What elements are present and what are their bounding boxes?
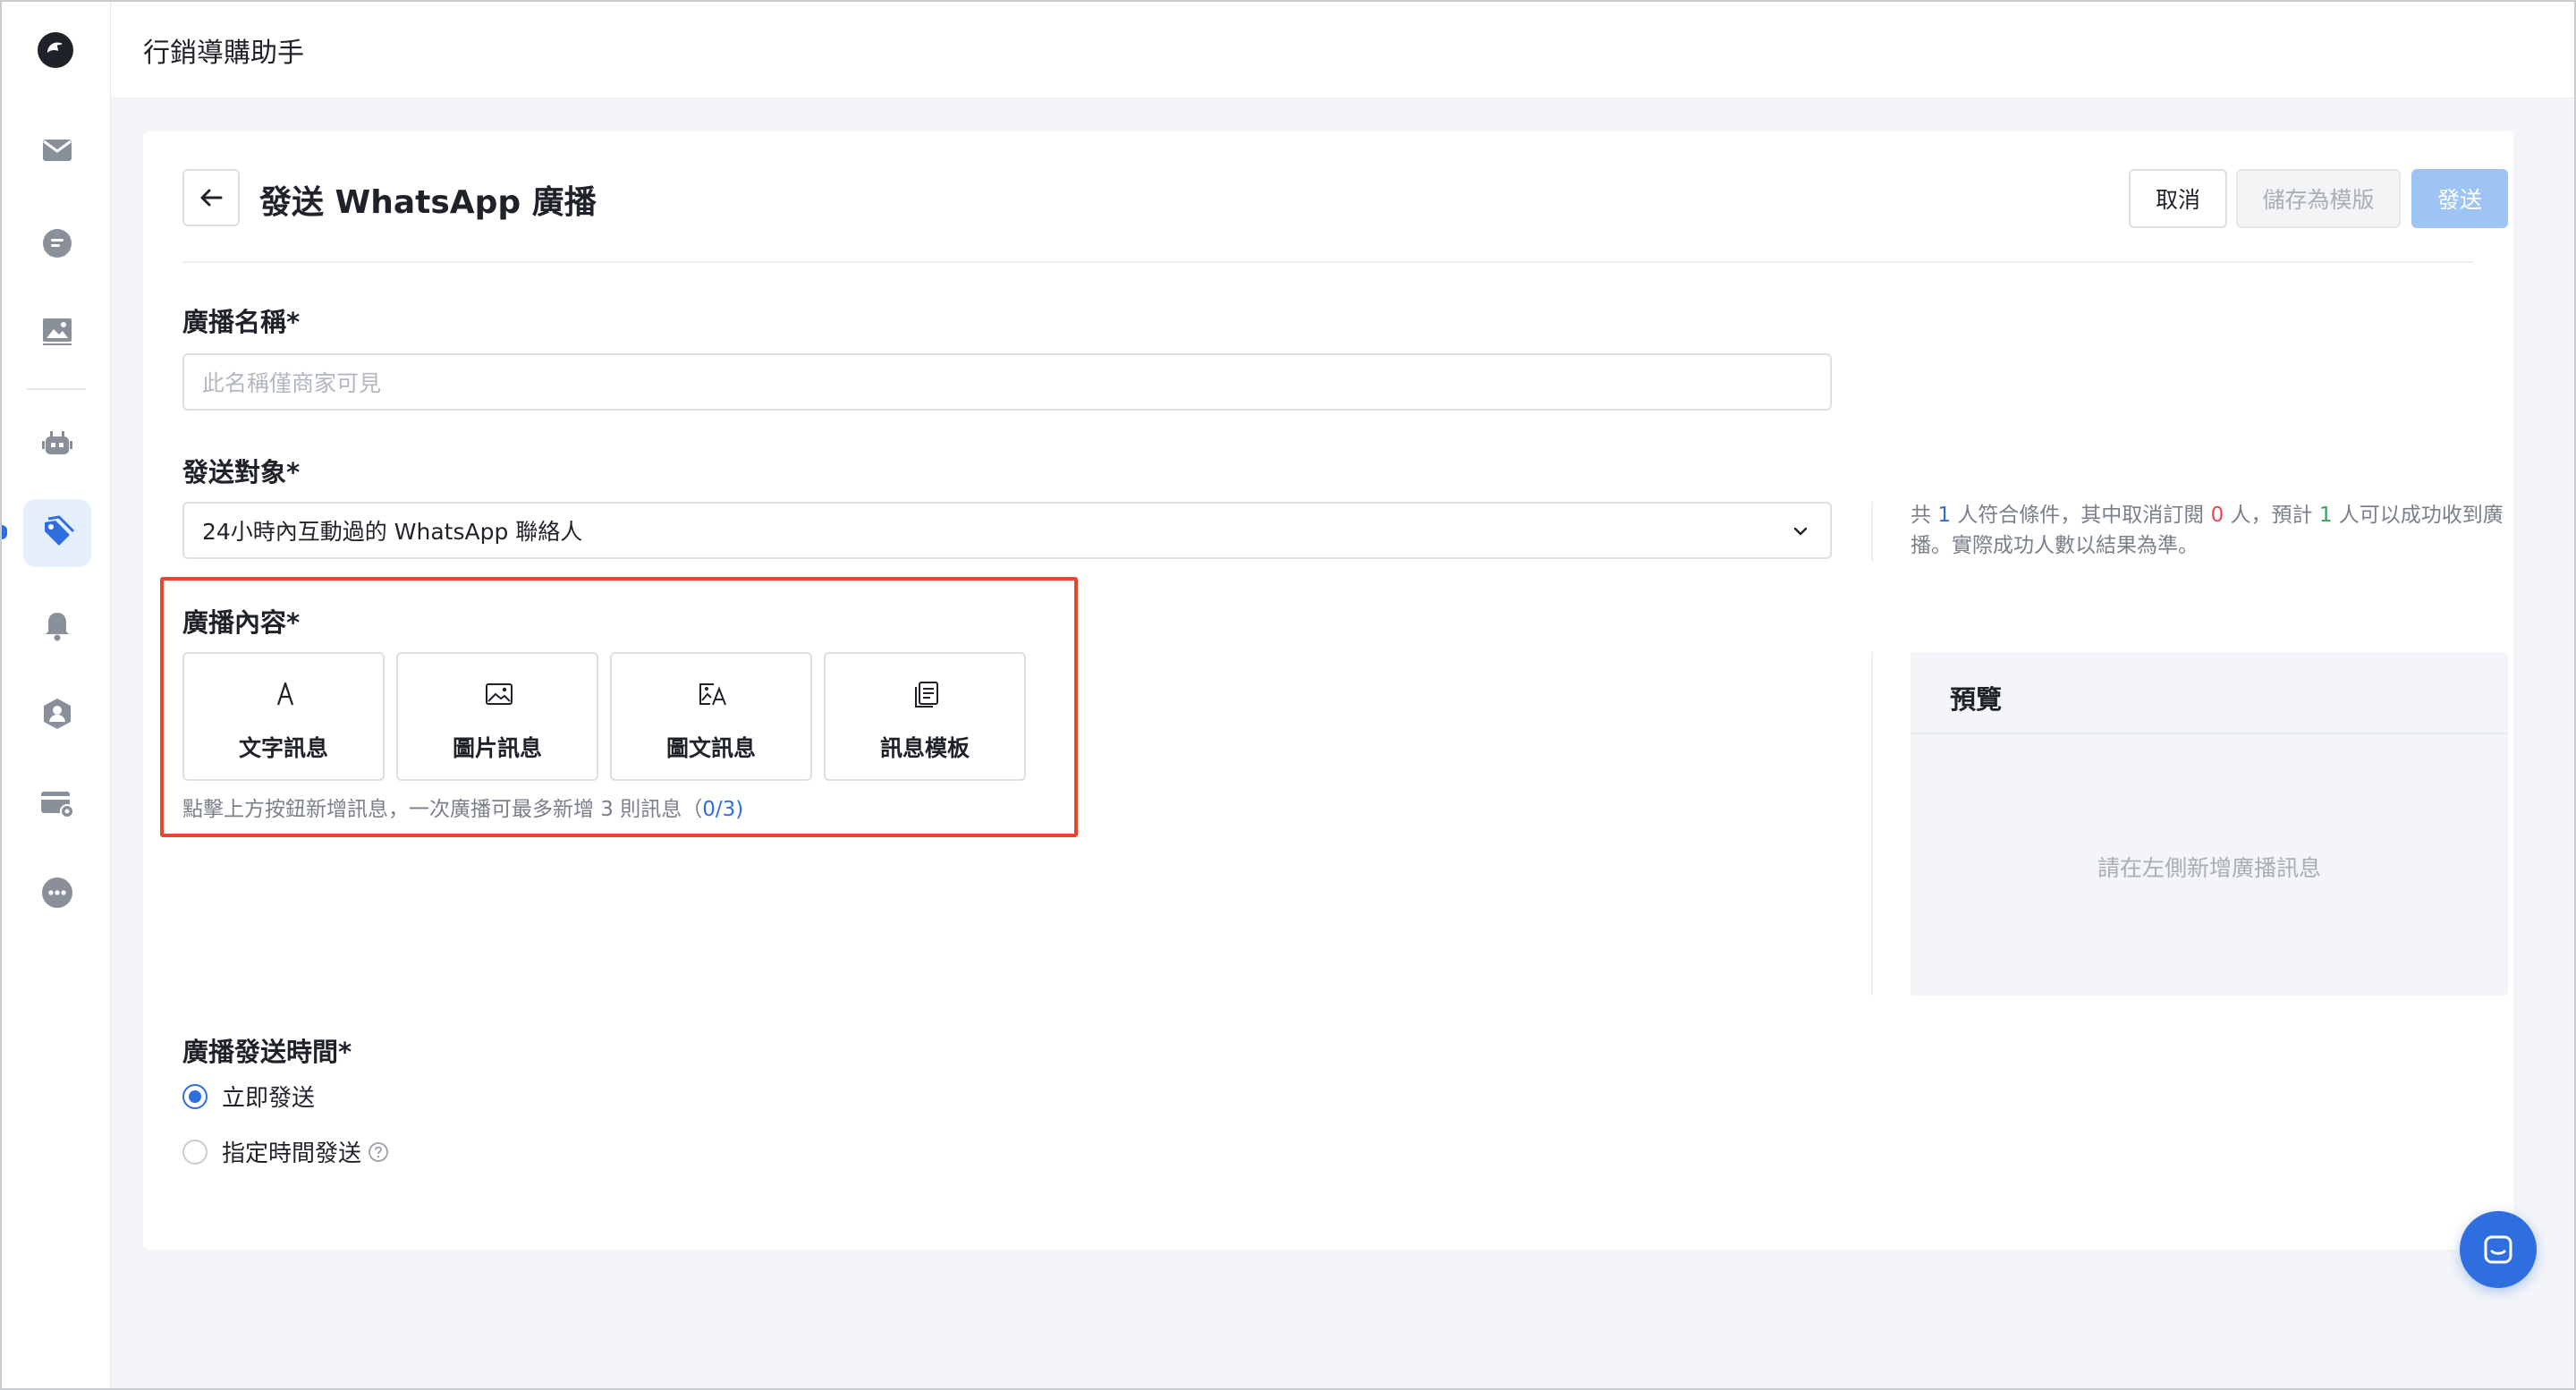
sidebar-item-media[interactable] — [23, 297, 91, 365]
send-now-option[interactable]: 立即發送 — [182, 1080, 315, 1113]
preview-header: 預覽 — [1911, 652, 2508, 734]
send-now-label: 立即發送 — [222, 1085, 316, 1112]
sidebar-item-notifications[interactable] — [23, 590, 91, 658]
app-title: 行銷導購助手 — [143, 38, 304, 69]
active-indicator — [2, 525, 7, 539]
broadcast-name-label: 廣播名稱* — [182, 307, 301, 337]
robot-icon — [42, 431, 72, 454]
support-chat-button[interactable] — [2460, 1211, 2537, 1288]
schedule-label: 廣播發送時間* — [182, 1037, 352, 1067]
chat-bubble-icon — [2484, 1235, 2512, 1264]
audience-label: 發送對象* — [182, 457, 301, 487]
tag-icon — [45, 515, 75, 546]
sidebar-divider — [27, 388, 86, 390]
chat-icon — [43, 229, 72, 258]
save-as-template-button[interactable]: 儲存為模版 — [2236, 169, 2401, 228]
scheduled-send-radio[interactable] — [182, 1139, 208, 1165]
audience-hint-divider — [1871, 502, 1873, 561]
scheduled-send-label: 指定時間發送 — [222, 1140, 362, 1167]
audience-select[interactable]: 24小時內互動過的 WhatsApp 聯絡人 — [182, 502, 1832, 559]
broadcast-name-placeholder: 此名稱僅商家可見 — [202, 370, 382, 396]
audience-select-value: 24小時內互動過的 WhatsApp 聯絡人 — [202, 519, 583, 545]
sidebar-item-bot[interactable] — [23, 410, 91, 478]
contact-icon — [44, 699, 71, 729]
broadcast-name-input[interactable]: 此名稱僅商家可見 — [182, 353, 1832, 411]
app-window: 行銷導購助手 發送 WhatsApp 廣播 取消 儲存為模版 發送 廣播名稱* … — [0, 0, 2576, 1390]
arrow-left-icon — [200, 189, 223, 207]
chevron-down-icon — [1793, 527, 1808, 536]
page-title: 發送 WhatsApp 廣播 — [259, 184, 597, 221]
bell-icon — [46, 613, 69, 641]
help-circle-icon[interactable] — [367, 1140, 390, 1164]
back-button[interactable] — [182, 169, 240, 226]
sidebar — [2, 2, 111, 1388]
sidebar-item-chat[interactable] — [23, 209, 91, 277]
top-bar: 行銷導購助手 — [111, 2, 2574, 98]
mail-icon — [43, 140, 72, 161]
image-icon — [43, 318, 72, 345]
sidebar-item-mail[interactable] — [23, 116, 91, 184]
sidebar-item-cards[interactable] — [23, 769, 91, 837]
card-settings-icon — [41, 792, 74, 818]
sidebar-item-marketing[interactable] — [23, 499, 91, 567]
scheduled-send-option[interactable]: 指定時間發送 — [182, 1135, 390, 1168]
preview-empty-text: 請在左側新增廣播訊息 — [2097, 855, 2321, 881]
cancel-button[interactable]: 取消 — [2129, 169, 2227, 228]
send-now-radio[interactable] — [182, 1083, 208, 1109]
send-button[interactable]: 發送 — [2411, 169, 2508, 228]
preview-title: 預覽 — [1950, 684, 2003, 715]
audience-hint: 共 1 人符合條件，其中取消訂閱 0 人，預計 1 人可以成功收到廣播。實際成功… — [1911, 504, 2504, 557]
preview-panel: 預覽 請在左側新增廣播訊息 — [1911, 652, 2508, 996]
content-highlight-box — [160, 577, 1078, 837]
app-logo-icon[interactable] — [35, 30, 76, 71]
sidebar-item-contacts[interactable] — [23, 680, 91, 748]
preview-divider — [1871, 652, 1873, 996]
more-icon — [42, 877, 72, 908]
sidebar-item-more[interactable] — [23, 859, 91, 927]
header-divider — [182, 261, 2474, 263]
